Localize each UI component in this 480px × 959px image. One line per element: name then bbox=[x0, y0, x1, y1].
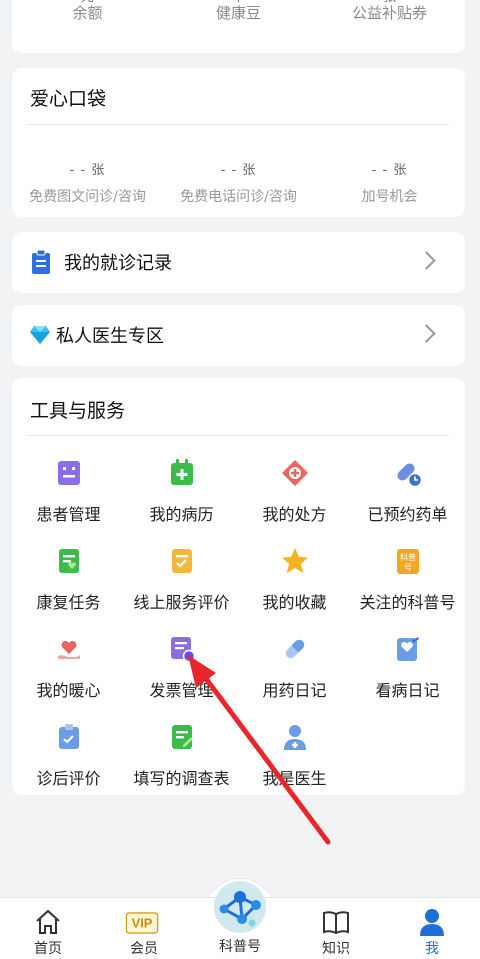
diamond-icon bbox=[30, 326, 50, 344]
free-text-consult-count: - - 张 bbox=[69, 163, 106, 178]
user-icon bbox=[420, 909, 444, 936]
vip-icon-text: VIP bbox=[132, 916, 153, 931]
tab-me-label: 我 bbox=[425, 941, 439, 957]
free-text-consult[interactable]: - - 张 免费图文问诊/咨询 bbox=[12, 159, 163, 206]
extra-appointment-count: - - 张 bbox=[371, 163, 408, 178]
love-pocket-title: 爱心口袋 bbox=[30, 88, 107, 110]
service-review-icon bbox=[172, 549, 192, 573]
extra-appointment-label: 加号机会 bbox=[361, 189, 418, 205]
rehab-task-icon bbox=[59, 549, 79, 573]
subsidy-voucher-label: 公益补贴券 bbox=[351, 4, 427, 22]
clipboard-icon bbox=[32, 250, 50, 274]
visit-records-label: 我的就诊记录 bbox=[64, 253, 172, 274]
heart-hand-icon bbox=[58, 640, 80, 659]
tab-knowledge[interactable]: 知识 bbox=[288, 898, 384, 959]
tool-label: 我的病历 bbox=[149, 505, 214, 524]
prescription-icon bbox=[282, 460, 308, 486]
visit-records-row[interactable]: 我的就诊记录 bbox=[12, 232, 465, 293]
booked-medicine-button[interactable]: 已预约药单 bbox=[351, 459, 464, 539]
invoice-button[interactable]: 发票管理 bbox=[125, 635, 238, 715]
tool-label: 我的收藏 bbox=[262, 593, 327, 612]
star-icon bbox=[282, 548, 308, 573]
free-phone-consult-count: - - 张 bbox=[220, 163, 257, 178]
post-visit-review-icon bbox=[59, 724, 79, 749]
tab-home-label: 首页 bbox=[34, 941, 62, 957]
extra-appointment[interactable]: - - 张 加号机会 bbox=[314, 159, 465, 206]
tool-label: 康复任务 bbox=[36, 593, 101, 612]
warm-heart-button[interactable]: 我的暖心 bbox=[12, 635, 125, 715]
tab-home[interactable]: 首页 bbox=[0, 898, 96, 959]
prescription-button[interactable]: 我的处方 bbox=[238, 459, 351, 539]
book-icon bbox=[323, 911, 349, 935]
tool-label: 用药日记 bbox=[262, 681, 327, 700]
medication-diary-button[interactable]: 用药日记 bbox=[238, 635, 351, 715]
tool-label: 看病日记 bbox=[375, 681, 440, 700]
pill-icon bbox=[285, 639, 305, 659]
rehab-task-button[interactable]: 康复任务 bbox=[12, 547, 125, 627]
divider bbox=[28, 435, 449, 436]
tab-me[interactable]: 我 bbox=[384, 898, 480, 959]
survey-icon bbox=[172, 725, 193, 749]
tool-label: 我是医生 bbox=[262, 769, 327, 788]
service-review-button[interactable]: 线上服务评价 bbox=[125, 547, 238, 627]
post-visit-review-button[interactable]: 诊后评价 bbox=[12, 723, 125, 803]
tools-services-card: 工具与服务 患者管理 我的病历 我的处方 已预约药单 康复任务 线上服务评价 我… bbox=[12, 378, 465, 795]
divider bbox=[28, 124, 449, 125]
tab-knowledge-label: 知识 bbox=[322, 941, 350, 957]
science-icon-text-1: 科普 bbox=[400, 552, 416, 562]
medical-record-icon bbox=[171, 459, 193, 485]
private-doctor-label: 私人医生专区 bbox=[56, 326, 164, 347]
home-icon bbox=[36, 909, 60, 934]
tab-science-label: 科普号 bbox=[219, 939, 261, 955]
balance-label: 余额 bbox=[72, 4, 103, 22]
tool-label: 患者管理 bbox=[36, 505, 101, 524]
chevron-right-icon bbox=[417, 324, 436, 343]
visit-diary-icon bbox=[397, 637, 419, 661]
i-am-doctor-button[interactable]: 我是医生 bbox=[238, 723, 351, 803]
booked-medicine-icon bbox=[397, 463, 422, 487]
free-phone-consult[interactable]: - - 张 免费电话问诊/咨询 bbox=[163, 159, 314, 206]
free-phone-consult-label: 免费电话问诊/咨询 bbox=[180, 189, 297, 205]
tab-science[interactable]: 科普号 bbox=[192, 881, 288, 959]
science-network-icon bbox=[214, 881, 266, 933]
tool-label: 我的处方 bbox=[262, 505, 327, 524]
tool-label: 关注的科普号 bbox=[359, 593, 456, 612]
tool-label: 诊后评价 bbox=[36, 769, 101, 788]
tab-vip-label: 会员 bbox=[130, 941, 158, 957]
bottom-tab-bar: 首页 VIP 会员 科普号 知识 我 bbox=[0, 881, 480, 959]
medical-record-button[interactable]: 我的病历 bbox=[125, 459, 238, 539]
visit-diary-button[interactable]: 看病日记 bbox=[351, 635, 464, 715]
science-icon-text-2: 号 bbox=[404, 563, 412, 572]
doctor-icon bbox=[284, 725, 306, 750]
patient-management-icon bbox=[58, 461, 80, 485]
chevron-right-icon bbox=[417, 251, 436, 270]
tools-title: 工具与服务 bbox=[30, 400, 126, 422]
tool-label: 发票管理 bbox=[149, 681, 214, 700]
private-doctor-row[interactable]: 私人医生专区 bbox=[12, 305, 465, 366]
health-bean-label: 健康豆 bbox=[215, 4, 261, 22]
tool-label: 已预约药单 bbox=[367, 505, 448, 524]
followed-science-button[interactable]: 科普 号 关注的科普号 bbox=[351, 547, 464, 627]
vip-icon: VIP bbox=[125, 912, 159, 934]
tool-label: 线上服务评价 bbox=[133, 593, 230, 612]
favorites-button[interactable]: 我的收藏 bbox=[238, 547, 351, 627]
invoice-icon bbox=[171, 637, 196, 663]
tab-vip[interactable]: VIP 会员 bbox=[96, 898, 192, 959]
tool-label: 填写的调查表 bbox=[133, 769, 230, 788]
free-text-consult-label: 免费图文问诊/咨询 bbox=[29, 189, 146, 205]
love-pocket-card: 爱心口袋 - - 张 免费图文问诊/咨询 - - 张 免费电话问诊/咨询 - -… bbox=[12, 68, 465, 217]
survey-button[interactable]: 填写的调查表 bbox=[125, 723, 238, 803]
tool-label: 我的暖心 bbox=[36, 681, 101, 700]
followed-science-icon: 科普 号 bbox=[397, 549, 419, 574]
balance-card: 元 余额 个 健康豆 张 公益补贴券 bbox=[12, 0, 465, 53]
patient-management-button[interactable]: 患者管理 bbox=[12, 459, 125, 539]
